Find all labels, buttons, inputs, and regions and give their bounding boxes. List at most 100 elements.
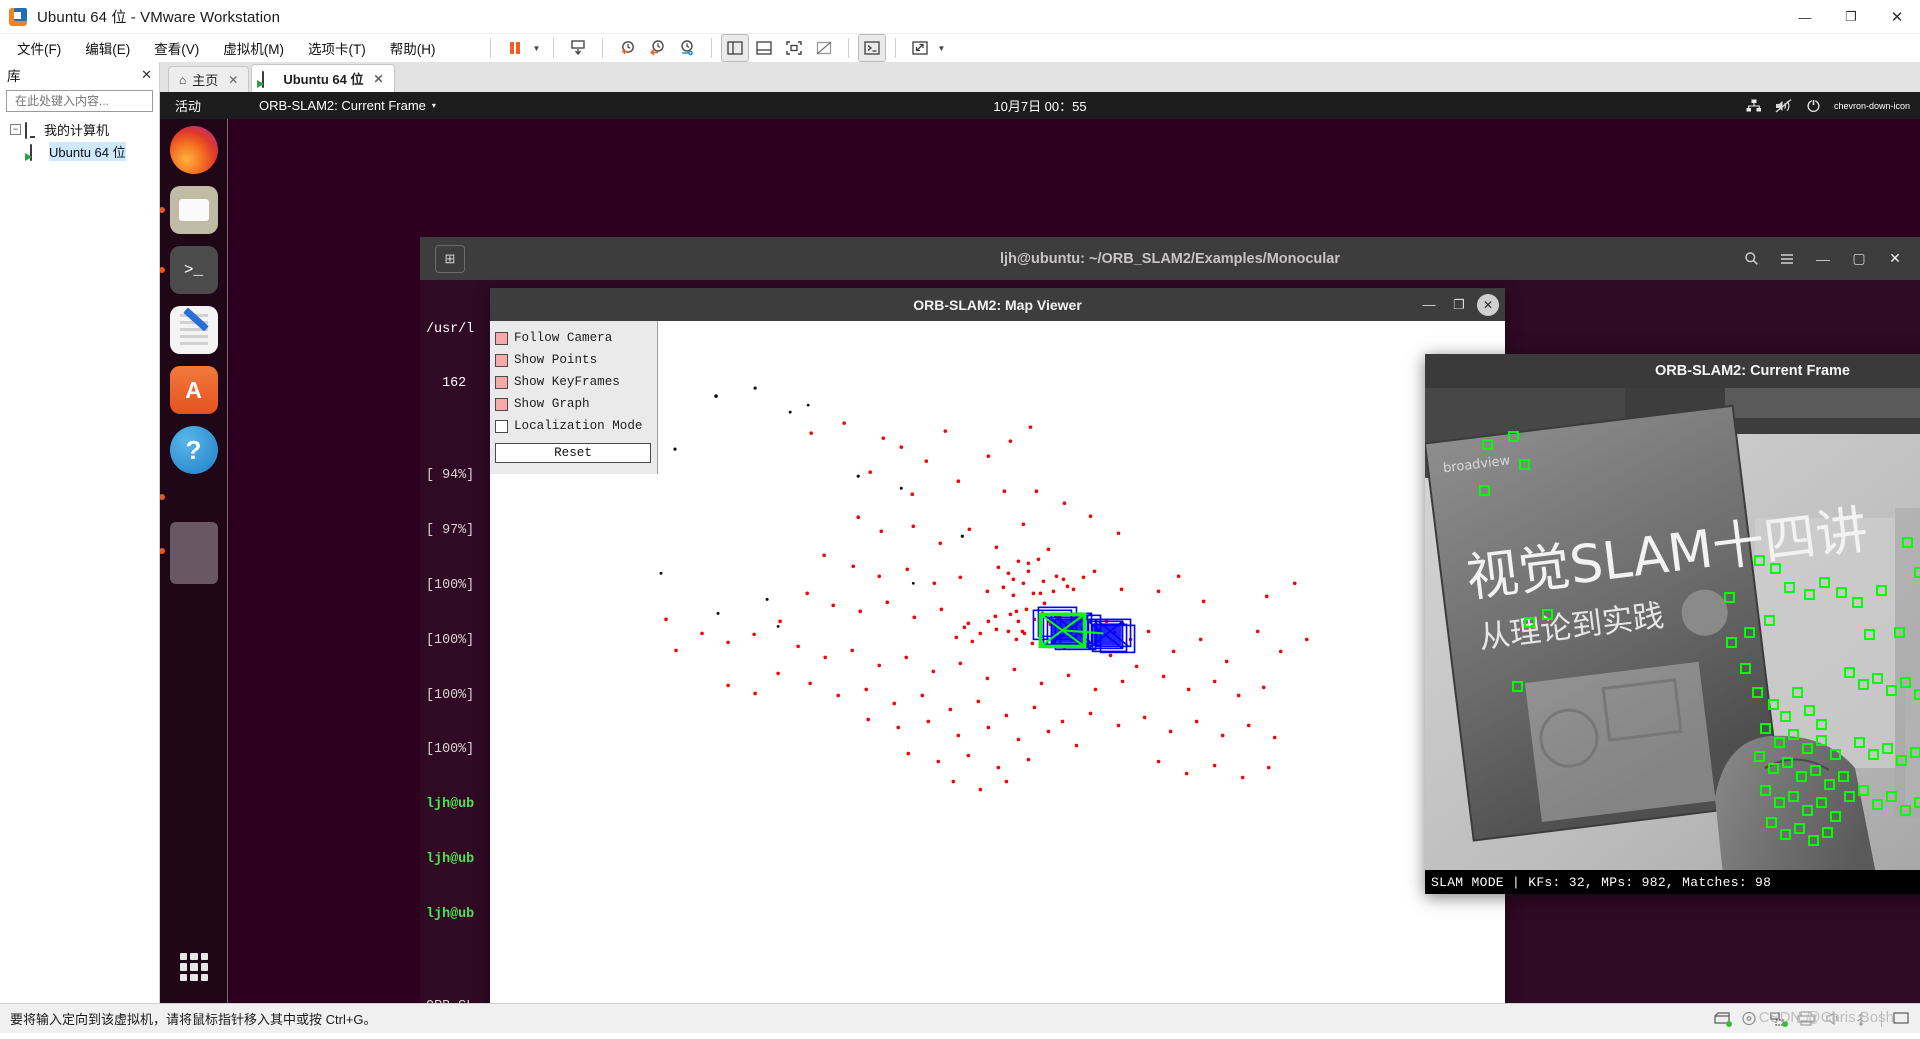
revert-snapshot-icon[interactable]	[642, 34, 672, 62]
point-cloud-svg	[659, 386, 1309, 792]
menu-tabs[interactable]: 选项卡(T)	[297, 34, 377, 62]
checkbox-box[interactable]	[495, 397, 508, 411]
ubuntu-dock: >_ A ?	[160, 119, 228, 1003]
show-applications-icon[interactable]	[180, 953, 208, 981]
status-hint-text: 要将输入定向到该虚拟机，请将鼠标指针移入其中或按 Ctrl+G。	[10, 1012, 377, 1027]
dock-item-trash[interactable]	[160, 486, 218, 510]
checkbox-box[interactable]	[495, 419, 508, 433]
tab-label: 主页	[192, 73, 219, 88]
dock-item-firefox[interactable]	[169, 126, 218, 174]
power-icon	[1807, 99, 1820, 113]
status-indicators[interactable]: chevron-down-icon	[1746, 98, 1910, 113]
tab-ubuntu[interactable]: Ubuntu 64 位 ✕	[251, 64, 395, 92]
activities-button[interactable]: 活动	[160, 96, 201, 115]
checkbox-localization-mode[interactable]: Localization Mode	[495, 415, 657, 437]
pause-icon[interactable]	[500, 34, 530, 62]
map-close-button[interactable]: ✕	[1477, 293, 1499, 316]
usb-icon[interactable]	[1853, 1011, 1871, 1026]
topbar-app-menu[interactable]: ORB-SLAM2: Current Frame ▾	[259, 98, 436, 113]
display-icon[interactable]	[1892, 1011, 1910, 1026]
map-viewer-window: ORB-SLAM2: Map Viewer — ❐ ✕ Follow Camer…	[490, 288, 1505, 1003]
menu-vm[interactable]: 虚拟机(M)	[212, 34, 295, 62]
dock-item-terminal[interactable]: >_	[160, 246, 218, 294]
current-frame-image[interactable]: broadview 视觉SLAM十四讲 从理论到实践 SLAM MODE | K…	[1425, 388, 1920, 894]
network-adapter-icon[interactable]	[1769, 1011, 1788, 1027]
checkbox-show-keyframes[interactable]: Show KeyFrames	[495, 371, 657, 393]
map-points-red	[664, 421, 1309, 792]
tab-label: Ubuntu 64 位	[283, 72, 364, 87]
terminal-maximize-button[interactable]: ▢	[1842, 244, 1876, 274]
dock-item-help[interactable]: ?	[169, 426, 218, 474]
unity-icon[interactable]	[809, 34, 839, 62]
dock-item-software-store[interactable]: A	[169, 366, 218, 414]
chevron-down-icon: ▾	[431, 101, 436, 110]
console-icon[interactable]	[857, 34, 886, 62]
stretch-icon[interactable]	[905, 34, 935, 62]
dock-item-files[interactable]	[160, 186, 218, 234]
terminal-header: ⊞ ljh@ubuntu: ~/ORB_SLAM2/Examples/Monoc…	[420, 237, 1920, 280]
maximize-button[interactable]: ❐	[1828, 0, 1874, 34]
search-input[interactable]	[15, 94, 170, 108]
cd-dvd-icon[interactable]	[1741, 1011, 1759, 1026]
tab-close-icon[interactable]: ✕	[228, 73, 238, 87]
show-thumbnails-icon[interactable]	[749, 34, 779, 62]
dock-item-unknown-app[interactable]	[160, 522, 218, 584]
map-point-cloud-canvas[interactable]	[658, 321, 1505, 1003]
search-icon[interactable]	[1734, 244, 1768, 274]
checkbox-show-graph[interactable]: Show Graph	[495, 393, 657, 415]
terminal-minimize-button[interactable]: —	[1806, 244, 1840, 274]
menu-edit[interactable]: 编辑(E)	[74, 34, 141, 62]
reset-button[interactable]: Reset	[495, 443, 651, 463]
menu-file[interactable]: 文件(F)	[6, 34, 72, 62]
library-sidebar: 库 ✕ ▼ − 我的计算机 Ubuntu 64 位	[0, 62, 183, 1003]
tree-item-my-computer[interactable]: − 我的计算机	[4, 118, 159, 140]
ubuntu-guest-screen: 活动 ORB-SLAM2: Current Frame ▾ 10月7日 00：5…	[160, 92, 1920, 1003]
power-dropdown-caret-icon[interactable]: ▼	[530, 44, 544, 53]
checkbox-box[interactable]	[495, 331, 508, 345]
checkbox-follow-camera[interactable]: Follow Camera	[495, 327, 657, 349]
take-snapshot-icon[interactable]	[612, 34, 642, 62]
library-close-icon[interactable]: ✕	[141, 67, 152, 83]
map-viewer-window-buttons: — ❐ ✕	[1417, 293, 1499, 317]
terminal-close-button[interactable]: ✕	[1878, 244, 1912, 274]
checkbox-box[interactable]	[495, 353, 508, 367]
sound-card-icon[interactable]	[1825, 1011, 1843, 1026]
map-viewer-content: Follow Camera Show Points Show KeyFrames	[490, 321, 1505, 1003]
library-search[interactable]: ▼	[6, 90, 183, 112]
menu-help[interactable]: 帮助(H)	[379, 34, 447, 62]
tree-expander-icon[interactable]: −	[10, 123, 21, 135]
printer-icon[interactable]	[1797, 1011, 1815, 1026]
vmware-titlebar: Ubuntu 64 位 - VMware Workstation — ❐ ✕	[0, 0, 1920, 34]
vmware-logo-icon	[9, 7, 27, 26]
checkbox-label: Show Points	[514, 353, 598, 367]
checkbox-box[interactable]	[495, 375, 508, 389]
menu-view[interactable]: 查看(V)	[143, 34, 210, 62]
checkbox-show-points[interactable]: Show Points	[495, 349, 657, 371]
window-title: Ubuntu 64 位 - VMware Workstation	[37, 9, 281, 26]
menu-bar: 文件(F) 编辑(E) 查看(V) 虚拟机(M) 选项卡(T) 帮助(H) ▼	[0, 34, 1920, 62]
window-controls: — ❐ ✕	[1782, 0, 1920, 34]
dock-item-text-editor[interactable]	[169, 306, 218, 354]
map-minimize-button[interactable]: —	[1417, 293, 1441, 317]
checkbox-label: Localization Mode	[514, 419, 643, 433]
tab-home[interactable]: ⌂ 主页 ✕	[168, 66, 250, 92]
orb-features-overlay	[1479, 431, 1920, 846]
volume-muted-icon	[1775, 98, 1792, 113]
tab-close-icon[interactable]: ✕	[374, 72, 384, 86]
close-button[interactable]: ✕	[1874, 0, 1920, 34]
current-frame-title: ORB-SLAM2: Current Frame	[1655, 363, 1850, 379]
vm-pane: ⌂ 主页 ✕ Ubuntu 64 位 ✕ 活动 ORB-SLAM2: Curre…	[160, 62, 1920, 1003]
fullscreen-icon[interactable]	[779, 34, 809, 62]
manage-snapshots-icon[interactable]	[672, 34, 702, 62]
hard-disk-icon[interactable]	[1713, 1011, 1732, 1027]
stretch-dropdown-caret-icon[interactable]: ▼	[935, 44, 949, 53]
show-library-icon[interactable]	[720, 34, 749, 62]
map-maximize-button[interactable]: ❐	[1447, 293, 1471, 317]
vm-icon	[262, 71, 277, 88]
vmware-body: 库 ✕ ▼ − 我的计算机 Ubuntu 64 位 ⌂ 主页 ✕	[0, 62, 1920, 1003]
tree-item-ubuntu-vm[interactable]: Ubuntu 64 位	[4, 140, 159, 162]
minimize-button[interactable]: —	[1782, 0, 1828, 34]
hamburger-menu-icon[interactable]	[1770, 244, 1804, 274]
map-viewer-title: ORB-SLAM2: Map Viewer	[913, 296, 1082, 313]
snapshot-icon[interactable]	[563, 34, 593, 62]
